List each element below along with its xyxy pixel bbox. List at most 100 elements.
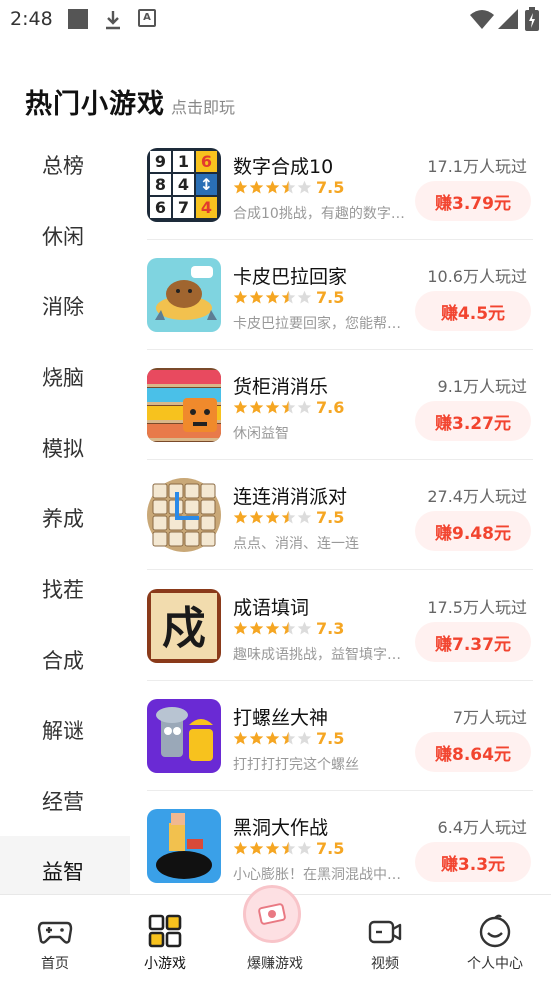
rating-stars	[233, 400, 313, 415]
page-title: 热门小游戏	[25, 89, 165, 120]
battery-icon	[525, 7, 539, 31]
game-rating: 7.5	[233, 178, 344, 197]
player-count: 10.6万人玩过	[427, 267, 527, 286]
download-icon	[106, 11, 120, 30]
sidebar-item[interactable]: 休闲	[0, 201, 130, 271]
sidebar-item[interactable]: 模拟	[0, 413, 130, 483]
earn-button[interactable]: 赚4.5元	[415, 291, 531, 331]
bottom-nav: 首页 小游戏 爆赚游戏 视频 个人中心	[0, 885, 551, 981]
game-row[interactable]: 连连消消派对 7.5 点点、消消、连一连 27.4万人玩过 赚9.48元	[145, 460, 533, 570]
player-count: 27.4万人玩过	[427, 487, 527, 506]
rating-stars	[233, 510, 313, 525]
sidebar-item[interactable]: 消除	[0, 271, 130, 341]
category-sidebar: 总榜 休闲 消除 烧脑 模拟 养成 找茬 合成 解谜 经营 益智	[0, 130, 130, 906]
game-row[interactable]: 卡皮巴拉回家 7.5 卡皮巴拉要回家，您能帮… 10.6万人玩过 赚4.5元	[145, 240, 533, 350]
svg-text:7: 7	[178, 198, 189, 217]
gamepad-icon	[37, 921, 73, 944]
game-row[interactable]: 货柜消消乐 7.6 休闲益智 9.1万人玩过 赚3.27元	[145, 350, 533, 460]
nav-profile[interactable]: 个人中心	[440, 895, 550, 981]
game-description: 趣味成语挑战，益智填字…	[233, 647, 401, 663]
rating-value: 7.5	[316, 508, 345, 527]
game-description: 点点、消消、连一连	[233, 536, 359, 552]
notification-square-icon	[68, 9, 88, 29]
star-icon	[281, 180, 296, 194]
star-icon	[249, 180, 264, 194]
sidebar-item[interactable]: 养成	[0, 483, 130, 553]
star-icon	[281, 841, 296, 855]
star-icon	[281, 510, 296, 524]
a-badge-icon: A	[138, 9, 156, 27]
idiom-icon[interactable]: 戍	[147, 589, 221, 663]
game-description: 休闲益智	[233, 426, 289, 442]
screw-icon[interactable]	[147, 699, 221, 773]
star-icon	[265, 290, 280, 304]
grid-icon	[148, 914, 182, 948]
star-icon	[249, 841, 264, 855]
star-icon	[249, 400, 264, 414]
signal-icon	[498, 9, 518, 29]
sidebar-item[interactable]: 总榜	[0, 130, 130, 200]
section-header: 热门小游戏 点击即玩	[25, 82, 235, 121]
sidebar-item[interactable]: 经营	[0, 766, 130, 836]
game-rating: 7.5	[233, 288, 344, 307]
sidebar-item[interactable]: 合成	[0, 625, 130, 695]
nav-hot-games[interactable]: 爆赚游戏	[220, 885, 330, 981]
earn-button[interactable]: 赚3.27元	[415, 401, 531, 441]
earn-button[interactable]: 赚3.3元	[415, 842, 531, 882]
game-row[interactable]: 打螺丝大神 7.5 打打打打完这个螺丝 7万人玩过 赚8.64元	[145, 681, 533, 791]
rating-value: 7.5	[316, 729, 345, 748]
nav-video[interactable]: 视频	[330, 895, 440, 981]
star-icon	[249, 621, 264, 635]
star-icon	[297, 400, 312, 414]
star-icon	[297, 841, 312, 855]
game-row[interactable]: 9 1 6 8 4 ↕ 6 7 4 数字合成10 7.5 合成10挑战，有趣的数…	[145, 130, 533, 240]
earn-button[interactable]: 赚3.79元	[415, 181, 531, 221]
star-icon	[233, 180, 248, 194]
earn-button[interactable]: 赚8.64元	[415, 732, 531, 772]
game-rating: 7.5	[233, 839, 344, 858]
svg-text:4: 4	[201, 198, 212, 217]
rating-value: 7.5	[316, 839, 345, 858]
star-icon	[297, 290, 312, 304]
hot-games-circle	[243, 885, 301, 943]
game-description: 小心膨胀！在黑洞混战中…	[233, 867, 401, 883]
row-divider	[147, 569, 533, 570]
sidebar-item[interactable]: 解谜	[0, 695, 130, 765]
star-icon	[265, 400, 280, 414]
star-icon	[265, 731, 280, 745]
shelf-icon[interactable]	[147, 368, 221, 442]
game-description: 卡皮巴拉要回家，您能帮…	[233, 316, 401, 332]
black-hole-icon[interactable]	[147, 809, 221, 883]
earn-button[interactable]: 赚9.48元	[415, 511, 531, 551]
nav-home[interactable]: 首页	[0, 895, 110, 981]
rating-value: 7.5	[316, 178, 345, 197]
player-count: 9.1万人玩过	[437, 377, 527, 396]
star-icon	[233, 731, 248, 745]
rating-stars	[233, 180, 313, 195]
player-count: 7万人玩过	[452, 708, 527, 727]
game-row[interactable]: 黑洞大作战 7.5 小心膨胀！在黑洞混战中… 6.4万人玩过 赚3.3元	[145, 791, 533, 894]
smile-icon	[479, 914, 511, 948]
star-icon	[297, 180, 312, 194]
star-icon	[281, 400, 296, 414]
svg-text:↕: ↕	[200, 175, 213, 194]
star-icon	[233, 510, 248, 524]
sidebar-item[interactable]: 烧脑	[0, 342, 130, 412]
star-icon	[233, 841, 248, 855]
status-bar: 2:48 A	[0, 0, 551, 40]
star-icon	[265, 841, 280, 855]
number-puzzle-icon[interactable]: 9 1 6 8 4 ↕ 6 7 4	[147, 148, 221, 222]
game-name: 卡皮巴拉回家	[233, 266, 348, 288]
capybara-icon[interactable]	[147, 258, 221, 332]
star-icon	[281, 290, 296, 304]
money-icon	[258, 903, 286, 925]
tile-match-icon[interactable]	[147, 478, 221, 552]
rating-stars	[233, 621, 313, 636]
page-subtitle: 点击即玩	[171, 98, 236, 117]
earn-button[interactable]: 赚7.37元	[415, 622, 531, 662]
wifi-icon	[470, 10, 494, 29]
nav-mini-games[interactable]: 小游戏	[110, 895, 220, 981]
game-row[interactable]: 戍 成语填词 7.3 趣味成语挑战，益智填字… 17.5万人玩过 赚7.37元	[145, 571, 533, 681]
rating-stars	[233, 841, 313, 856]
sidebar-item[interactable]: 找茬	[0, 554, 130, 624]
